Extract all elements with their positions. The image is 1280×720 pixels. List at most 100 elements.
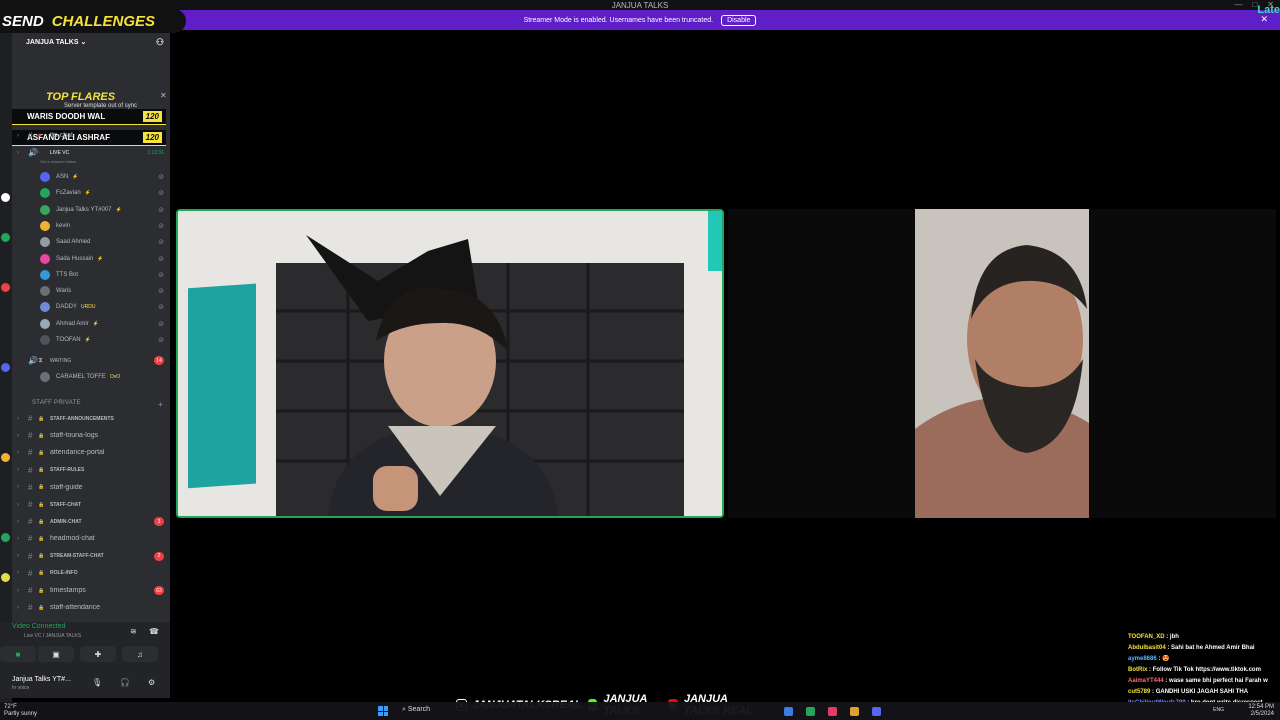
voice-user[interactable]: Ahmad Amir ⚡ ⊘ (40, 316, 170, 332)
voice-user[interactable]: ASN ⚡ ⊘ (40, 169, 170, 185)
voice-connected-label: Video Connected (12, 623, 66, 630)
server-icon[interactable] (1, 363, 10, 372)
channel-timestamps[interactable]: › # 🔒 timestamps 63 (12, 583, 170, 598)
channel-staff-rules[interactable]: › # 🔒 STAFF-RULES (12, 463, 170, 478)
channel-role-info[interactable]: › # 🔒 ROLE-INFO (12, 566, 170, 581)
channel-headmod-chat[interactable]: › # 🔒 headmod-chat (12, 531, 170, 546)
mute-icon[interactable]: 🎙 (92, 678, 102, 687)
category-staff-private[interactable]: STAFF PRIVATE + (32, 400, 163, 409)
channel-staff-guide[interactable]: › # 🔒 staff-guide (12, 480, 170, 495)
channel-staff-announcements[interactable]: › # 🔒 STAFF-ANNOUNCEMENTS (12, 411, 170, 426)
app-icon[interactable] (784, 707, 793, 716)
server-icon[interactable] (1, 193, 10, 202)
voice-user[interactable]: TTS Bot ⊘ (40, 267, 170, 283)
screen-share-button[interactable]: ▣ (38, 646, 74, 662)
server-rail (0, 33, 12, 713)
soundboard-button[interactable]: ♫ (122, 646, 158, 662)
voice-user[interactable]: Janjua Talks YT#007 ⚡ ⊘ (40, 202, 170, 218)
voice-user[interactable]: Waris ⊘ (40, 283, 170, 299)
voice-user[interactable]: CARAMEL TOFFE OvO (40, 369, 170, 385)
channel-label: STAFF-CHAT (50, 501, 81, 508)
add-member-icon[interactable]: ⚇ (156, 37, 164, 48)
lock-icon: 🔒 (38, 587, 45, 594)
server-icon[interactable] (1, 453, 10, 462)
avatar (40, 302, 50, 313)
muted-icon: ⊘ (158, 190, 164, 198)
muted-icon: ⊘ (158, 206, 164, 214)
channel-admin-chat[interactable]: › # 🔒 ADMIN-CHAT 3 (12, 514, 170, 529)
user-name[interactable]: Janjua Talks YT#... (12, 676, 71, 683)
channel-staff-chat[interactable]: › # 🔒 STAFF-CHAT (12, 497, 170, 512)
voice-user-name: Janjua Talks YT#007 (56, 206, 112, 213)
muted-icon: ⊘ (158, 320, 164, 328)
server-icon[interactable] (1, 233, 10, 242)
lock-icon: 🔒 (38, 553, 45, 560)
video-feed-left (178, 211, 722, 516)
chevron-right-icon: › (17, 518, 19, 525)
voice-user-name: kevin (56, 222, 71, 229)
noise-suppression-icon[interactable]: ≋ (130, 627, 137, 636)
video-feed-right-image (915, 209, 1089, 518)
channel-staff-attendance[interactable]: › # 🔒 staff-attendance (12, 600, 170, 615)
weather-widget[interactable]: 72°F Partly sunny (4, 704, 37, 718)
muted-icon: ⊘ (158, 337, 164, 344)
server-icon[interactable] (1, 573, 10, 582)
channel-label: headmod-chat (50, 535, 95, 543)
chrome-icon[interactable] (850, 707, 859, 716)
video-tile-main[interactable] (176, 209, 724, 518)
lock-icon: 🔒 (38, 432, 45, 439)
voice-user[interactable]: Sada Hussain ⚡ ⊘ (40, 251, 170, 267)
window-title: JANJUA TALKS (611, 0, 669, 10)
taskbar-search[interactable]: ⌕ Search (402, 706, 430, 714)
disable-streamer-mode-button[interactable]: Disable (721, 14, 757, 26)
hash-icon: # (28, 431, 33, 441)
chat-username: AaimaYT444 (1128, 678, 1164, 684)
server-icon[interactable] (1, 283, 10, 292)
voice-channel-waiting[interactable]: 🔊 ⧗ WAITING 14 (12, 353, 170, 368)
taskbar-clock[interactable]: 12:54 PM 2/5/2024 (1248, 704, 1274, 718)
voice-user[interactable]: Saad Ahmed ⊘ (40, 234, 170, 250)
channel-tts-chat[interactable]: › # ● tts-chat (12, 128, 170, 143)
windows-start-icon[interactable] (378, 706, 388, 716)
voice-user-tag: ⚡ (92, 320, 99, 327)
voice-channel-path[interactable]: Live VC / JANJUA TALKS (24, 633, 81, 639)
add-channel-icon[interactable]: + (158, 400, 163, 409)
user-status: In voice (12, 685, 30, 691)
muted-icon: ⊘ (158, 239, 164, 247)
activities-button[interactable]: ✚ (80, 646, 116, 662)
camera-button[interactable]: ■ (0, 646, 36, 662)
channel-status-hint[interactable]: Set a channel status (40, 159, 76, 164)
channel-label: attendance-portal (50, 449, 105, 457)
voice-user-tag: ⚡ (115, 206, 122, 213)
app-icon[interactable] (828, 707, 837, 716)
voice-user[interactable]: kevin ⊘ (40, 218, 170, 234)
chat-username: BotRix (1128, 667, 1148, 673)
channel-staff-touna-logs[interactable]: › # 🔒 staff-touna-logs (12, 428, 170, 443)
server-header[interactable]: JANJUA TALKS ⌄ ⚇ (12, 33, 170, 51)
video-tile-secondary[interactable] (728, 209, 1276, 518)
language-indicator[interactable]: ENG (1213, 707, 1224, 713)
unread-badge: 2 (154, 551, 164, 561)
voice-user[interactable]: TOOFAN ⚡ ⊘ (40, 332, 170, 348)
chat-message: ayme8686 : 😍 (1128, 654, 1280, 665)
minimize-icon[interactable]: — (1234, 0, 1242, 9)
muted-icon: ⊘ (158, 222, 164, 230)
discord-icon[interactable] (872, 707, 881, 716)
flare-row: WARIS DOODH WAL 120 (12, 109, 166, 125)
channel-label: ROLE-INFO (50, 570, 78, 577)
disconnect-icon[interactable]: ☎ (149, 627, 159, 636)
deafen-icon[interactable]: 🎧 (120, 678, 130, 687)
close-icon[interactable]: ✕ (160, 91, 167, 100)
channel-stream-staff-chat[interactable]: › # 🔒 STREAM-STAFF-CHAT 2 (12, 549, 170, 564)
app-icon[interactable] (806, 707, 815, 716)
gear-icon[interactable]: ⚙ (148, 678, 155, 687)
weather-desc: Partly sunny (4, 711, 38, 717)
lock-icon: 🔒 (38, 518, 45, 525)
voice-channel-live-vc[interactable]: › 🔊 · LIVE VC 1:13:31 (12, 145, 170, 160)
voice-user[interactable]: FcZavian ⚡ ⊘ (40, 185, 170, 201)
server-icon[interactable] (1, 533, 10, 542)
channel-label: STREAM-STAFF-CHAT (50, 553, 104, 560)
voice-user[interactable]: DADDY URDU ⊘ (40, 299, 170, 315)
channel-attendance-portal[interactable]: › # 🔒 attendance-portal (12, 445, 170, 460)
chat-message: AaimaYT444 : wase same bhi perfect hai F… (1128, 676, 1280, 687)
